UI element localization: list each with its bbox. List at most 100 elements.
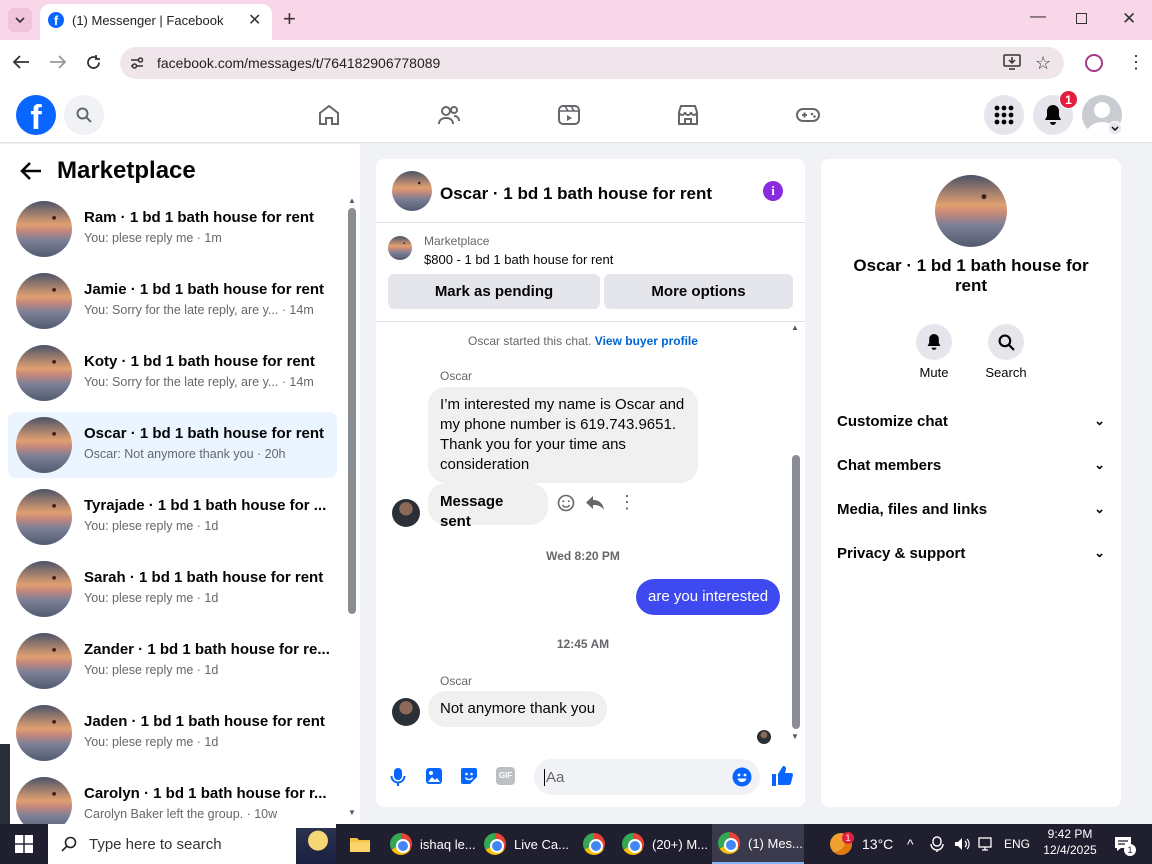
microphone-icon[interactable]	[390, 767, 406, 787]
scrollbar-thumb[interactable]	[792, 455, 800, 729]
conversation-preview: You: Sorry for the late reply, are y... …	[84, 303, 314, 317]
window-minimize-button[interactable]: —	[1030, 8, 1046, 26]
chat-title[interactable]: Oscar · 1 bd 1 bath house for rent	[440, 184, 712, 204]
video-nav-icon[interactable]	[557, 103, 581, 127]
scrollbar-thumb[interactable]	[348, 208, 356, 614]
menu-grid-button[interactable]	[984, 95, 1024, 135]
language-indicator[interactable]: ENG	[1004, 824, 1034, 864]
conversation-preview: You: plese reply me · 1d	[84, 663, 219, 677]
conversation-item[interactable]: Koty · 1 bd 1 bath house for rent You: So…	[8, 340, 337, 406]
conversation-item[interactable]: Sarah · 1 bd 1 bath house for rent You: p…	[8, 556, 337, 622]
conversation-name: Koty · 1 bd 1 bath house for rent	[84, 353, 315, 370]
taskbar-app-chrome-3[interactable]	[576, 824, 612, 864]
sticker-icon[interactable]	[460, 767, 478, 785]
conversation-item[interactable]: Carolyn · 1 bd 1 bath house for r... Caro…	[8, 772, 337, 824]
reload-icon[interactable]	[85, 54, 102, 71]
like-thumb-icon[interactable]	[771, 765, 793, 787]
chrome-icon	[718, 832, 740, 854]
conversation-item[interactable]: Jamie · 1 bd 1 bath house for rent You: S…	[8, 268, 337, 334]
section-chat-members[interactable]: Chat members ⌄	[837, 457, 1107, 474]
clock[interactable]: 9:42 PM 12/4/2025	[1040, 826, 1100, 858]
tab-search-button[interactable]	[8, 8, 32, 32]
search-chat-button[interactable]	[988, 324, 1024, 360]
window-close-button[interactable]: ✕	[1122, 9, 1136, 29]
account-chevron-icon[interactable]	[1108, 121, 1122, 135]
sender-avatar[interactable]	[392, 698, 420, 726]
conversation-item[interactable]: Oscar · 1 bd 1 bath house for rent Oscar:…	[8, 412, 337, 478]
fb-search-button[interactable]	[64, 95, 104, 135]
taskbar-app-chrome-4[interactable]: (20+) M...	[616, 824, 708, 864]
meet-icon[interactable]	[930, 824, 948, 864]
chat-avatar[interactable]	[392, 171, 432, 211]
mute-button[interactable]	[916, 324, 952, 360]
back-arrow-icon[interactable]	[12, 54, 30, 70]
marketplace-nav-icon[interactable]	[676, 103, 700, 127]
photo-icon[interactable]	[425, 767, 443, 785]
taskbar-search-box[interactable]: Type here to search	[48, 824, 336, 864]
message-input[interactable]: Aa	[534, 759, 760, 795]
incoming-message[interactable]: Message sent	[428, 483, 548, 530]
emoji-icon[interactable]	[732, 767, 752, 787]
section-media-files-links[interactable]: Media, files and links ⌄	[837, 501, 1107, 518]
friends-nav-icon[interactable]	[437, 103, 461, 127]
conversation-item[interactable]: Jaden · 1 bd 1 bath house for rent You: p…	[8, 700, 337, 766]
conversation-item[interactable]: Zander · 1 bd 1 bath house for re... You:…	[8, 628, 337, 694]
contact-name: Oscar · 1 bd 1 bath house for rent	[853, 256, 1089, 295]
view-buyer-profile-link[interactable]: View buyer profile	[595, 334, 698, 348]
bookmark-star-icon[interactable]: ☆	[1035, 53, 1051, 74]
react-emoji-icon[interactable]	[557, 494, 575, 512]
taskbar-app-chrome-1[interactable]: ishaq le...	[384, 824, 476, 864]
taskbar-app-chrome-5[interactable]: (1) Mes...	[712, 824, 804, 864]
window-maximize-button[interactable]	[1076, 13, 1087, 24]
install-app-icon[interactable]	[1003, 54, 1021, 70]
info-icon[interactable]: i	[763, 181, 783, 201]
outgoing-message[interactable]: are you interested	[636, 579, 781, 615]
conversation-item[interactable]: Tyrajade · 1 bd 1 bath house for ... You:…	[8, 484, 337, 550]
weather-widget[interactable]: 1 13°C	[830, 824, 904, 864]
address-bar[interactable]: facebook.com/messages/t/764182906778089	[120, 47, 1064, 79]
reply-icon[interactable]	[585, 494, 605, 512]
listing-title[interactable]: $800 - 1 bd 1 bath house for rent	[424, 252, 613, 267]
profile-icon[interactable]	[1085, 54, 1103, 72]
incoming-message[interactable]: Not anymore thank you	[428, 691, 608, 727]
browser-menu-icon[interactable]: ⋮	[1127, 52, 1145, 72]
new-tab-button[interactable]: +	[283, 6, 296, 32]
tab-close-icon[interactable]: ✕	[248, 10, 261, 30]
more-options-button[interactable]: More options	[604, 274, 793, 309]
incoming-message[interactable]: I’m interested my name is Oscar and my p…	[428, 387, 698, 483]
file-explorer-button[interactable]	[344, 824, 376, 864]
notification-badge: 1	[1059, 90, 1078, 109]
conversation-list: Ram · 1 bd 1 bath house for rent You: ple…	[0, 196, 345, 824]
sender-avatar[interactable]	[392, 499, 420, 527]
page-scrollbar[interactable]	[1137, 144, 1152, 824]
volume-icon[interactable]	[954, 824, 972, 864]
chat-scrollbar[interactable]: ▲ ▼	[790, 323, 802, 743]
chat-details-panel: Oscar · 1 bd 1 bath house for rent Mute …	[821, 159, 1121, 807]
conversation-avatar	[16, 561, 72, 617]
gif-icon[interactable]: GIF	[496, 767, 515, 785]
network-icon[interactable]	[978, 824, 996, 864]
section-privacy-support[interactable]: Privacy & support ⌄	[837, 545, 1107, 562]
mark-as-pending-button[interactable]: Mark as pending	[388, 274, 600, 309]
section-customize-chat[interactable]: Customize chat ⌄	[837, 413, 1107, 430]
forward-arrow-icon[interactable]	[49, 54, 67, 70]
listing-thumbnail[interactable]	[388, 236, 412, 260]
facebook-logo-icon[interactable]: f	[16, 95, 56, 135]
conversation-avatar	[16, 705, 72, 761]
chevron-down-icon: ⌄	[1094, 457, 1105, 472]
taskbar-app-chrome-2[interactable]: Live Ca...	[478, 824, 570, 864]
home-nav-icon[interactable]	[317, 103, 341, 127]
more-actions-icon[interactable]: ⋮	[618, 492, 636, 513]
site-settings-icon[interactable]	[129, 55, 145, 71]
contact-avatar[interactable]	[935, 175, 1007, 247]
start-button[interactable]	[0, 824, 48, 864]
conversation-preview: You: Sorry for the late reply, are y... …	[84, 375, 314, 389]
gaming-nav-icon[interactable]	[795, 103, 821, 127]
back-arrow-icon[interactable]	[20, 161, 42, 181]
conversation-item[interactable]: Ram · 1 bd 1 bath house for rent You: ple…	[8, 196, 337, 262]
notification-center-button[interactable]: 1	[1108, 824, 1138, 864]
show-hidden-icons[interactable]: ^	[907, 824, 923, 864]
search-icon	[998, 334, 1015, 351]
list-scrollbar[interactable]: ▲ ▼	[346, 196, 358, 820]
browser-tab-active[interactable]: f (1) Messenger | Facebook ✕	[40, 4, 272, 40]
